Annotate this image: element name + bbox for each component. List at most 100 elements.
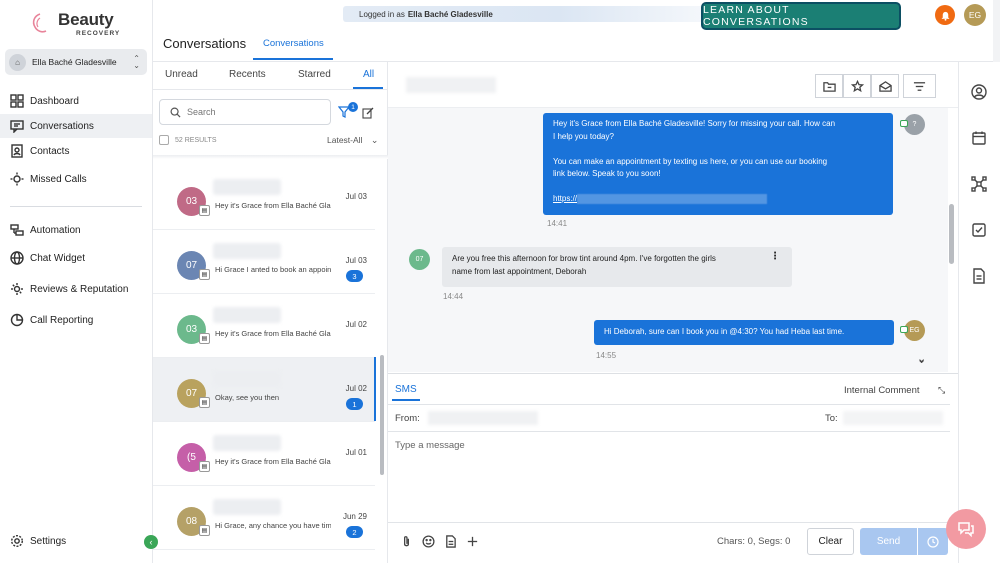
avatar-initials: (5	[187, 452, 196, 463]
conversation-row[interactable]: 07 ▤ Okay, see you then Jul 02 1	[153, 358, 375, 422]
outgoing-message: Hi Deborah, sure can I book you in @4:30…	[594, 320, 894, 345]
incoming-message: Are you free this afternoon for brow tin…	[442, 247, 792, 287]
tab-starred[interactable]: Starred	[298, 69, 331, 80]
message-menu-icon[interactable]: ⋮	[770, 251, 780, 264]
contact-name-redacted	[213, 371, 281, 387]
user-avatar[interactable]: EG	[964, 4, 986, 26]
avatar-initials: 03	[185, 196, 198, 207]
to-number-redacted[interactable]	[843, 411, 943, 425]
nav-divider	[10, 206, 142, 207]
nav-conversations[interactable]: Conversations	[0, 114, 152, 138]
search-input[interactable]	[187, 107, 317, 117]
avatar-initials: 08	[185, 516, 198, 527]
envelope-open-icon	[878, 80, 892, 92]
help-chat-button[interactable]	[946, 509, 986, 549]
search-icon	[170, 107, 181, 118]
thread-scrollbar[interactable]	[949, 204, 954, 264]
page-scrollbar[interactable]	[993, 0, 1000, 62]
brand-name: Beauty	[58, 10, 114, 29]
list-scrollbar[interactable]	[380, 355, 384, 475]
tab-recents[interactable]: Recents	[229, 69, 266, 80]
results-count: 52 RESULTS	[159, 135, 217, 145]
gear-icon	[10, 534, 24, 548]
clear-button[interactable]: Clear	[807, 528, 854, 555]
contacts-icon	[10, 144, 24, 158]
missed-calls-icon	[10, 172, 24, 186]
nav-missed-calls[interactable]: Missed Calls	[0, 167, 152, 191]
globe-icon	[10, 251, 24, 265]
conversation-date: Jul 01	[345, 448, 367, 457]
chevron-down-icon: ⌄	[370, 135, 379, 145]
send-button[interactable]: Send	[860, 528, 917, 555]
location-switcher[interactable]: ⌂ Ella Baché Gladesville ⌃ ⌄	[5, 49, 147, 75]
nav-label: Chat Widget	[30, 252, 86, 264]
network-icon	[971, 176, 987, 192]
nav-reviews[interactable]: Reviews & Reputation	[0, 277, 152, 301]
nav-label: Dashboard	[30, 95, 79, 107]
tab-internal-comment[interactable]: Internal Comment	[844, 385, 920, 396]
calendar-button[interactable]	[971, 130, 987, 146]
booking-link[interactable]: https://	[553, 193, 883, 206]
nav-contacts[interactable]: Contacts	[0, 139, 152, 163]
tab-underline	[353, 87, 383, 89]
tab-conversations[interactable]: Conversations	[263, 38, 324, 49]
search-box[interactable]	[159, 99, 331, 125]
nav-settings[interactable]: Settings	[0, 529, 152, 553]
plus-icon[interactable]	[466, 535, 479, 548]
message-avatar: 07	[409, 249, 430, 270]
contact-profile-button[interactable]	[971, 84, 987, 100]
collapse-composer-icon[interactable]: ⤡	[938, 385, 945, 396]
avatar-initials: EG	[909, 327, 920, 334]
schedule-send-button[interactable]	[918, 528, 948, 555]
folder-button[interactable]	[815, 74, 843, 98]
conversation-row[interactable]: 03▤ Hey it's Grace from Ella Baché Glades…	[153, 294, 375, 358]
nav-call-reporting[interactable]: Call Reporting	[0, 308, 152, 332]
sort-dropdown[interactable]: Latest-All ⌄	[327, 135, 378, 146]
conversation-row[interactable]: 03▤ Hey it's Grace from Ella Baché Glades…	[153, 166, 375, 230]
nav-dashboard[interactable]: Dashboard	[0, 89, 152, 113]
nav-label: Automation	[30, 224, 81, 236]
notifications-button[interactable]	[935, 5, 955, 25]
tab-unread[interactable]: Unread	[165, 69, 198, 80]
message-preview: Hi Grace I anted to book an appointment	[215, 265, 331, 274]
calendar-icon	[972, 131, 986, 145]
notes-button[interactable]	[971, 268, 987, 284]
conversation-row[interactable]: (5▤ Hey it's Grace from Ella Baché Glades…	[153, 422, 375, 486]
message-time: 14:44	[443, 292, 464, 301]
tasks-button[interactable]	[971, 222, 987, 238]
nav-chat-widget[interactable]: Chat Widget	[0, 246, 152, 270]
unread-badge: 3	[346, 270, 363, 282]
star-button[interactable]	[843, 74, 871, 98]
message-avatar: ?	[900, 114, 925, 135]
contact-name-redacted	[213, 307, 281, 323]
mark-read-button[interactable]	[871, 74, 899, 98]
sms-channel-icon: ▤	[199, 269, 210, 280]
learn-about-conversations-button[interactable]: LEARN ABOUT CONVERSATIONS	[701, 2, 901, 30]
template-icon[interactable]	[444, 535, 457, 548]
select-all-checkbox[interactable]	[159, 135, 169, 145]
tab-underline	[392, 399, 420, 401]
message-input[interactable]	[395, 440, 935, 520]
character-count: Chars: 0, Segs: 0	[717, 536, 791, 547]
top-bar: Logged in as Ella Baché Gladesville LEAR…	[153, 0, 1000, 62]
nav-label: Missed Calls	[30, 173, 87, 185]
pipeline-button[interactable]	[971, 176, 987, 192]
logged-in-name: Ella Baché Gladesville	[407, 9, 493, 19]
tab-sms[interactable]: SMS	[395, 384, 417, 395]
sms-channel-icon: ▤	[199, 461, 210, 472]
conversation-row[interactable]: 07▤ Hi Grace I anted to book an appointme…	[153, 230, 375, 294]
nav-automation[interactable]: Automation	[0, 218, 152, 242]
composer-tools	[400, 535, 479, 548]
conversation-row[interactable]: 08 ▤ Hi Grace, any chance you have time Jun…	[153, 486, 375, 550]
tab-all[interactable]: All	[363, 69, 374, 80]
emoji-icon[interactable]	[422, 535, 435, 548]
attachment-icon[interactable]	[400, 535, 413, 548]
compose-icon[interactable]	[362, 107, 374, 119]
details-filter-button[interactable]	[903, 74, 936, 98]
from-number-redacted[interactable]	[428, 411, 538, 425]
dashboard-icon	[10, 94, 24, 108]
right-rail	[958, 62, 1000, 563]
sms-tag-icon	[900, 326, 908, 333]
document-icon	[973, 268, 985, 284]
avatar-initials: 07	[185, 260, 198, 271]
